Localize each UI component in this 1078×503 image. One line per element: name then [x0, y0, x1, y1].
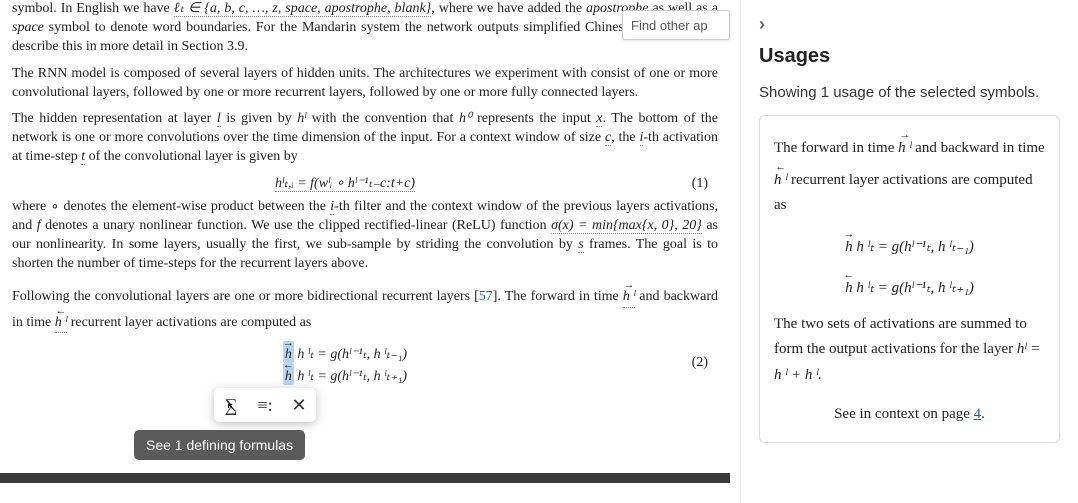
text: The hidden representation at layer: [12, 111, 217, 126]
sym-hfwd-card: h ˡ: [898, 130, 911, 162]
chevron-right-icon: ›: [759, 14, 765, 34]
equation-2: h h ˡₜ = g(hˡ⁻¹ₜ, h ˡₜ₋₁) h h ˡₜ = g(hˡ⁻…: [12, 341, 718, 385]
list-icon[interactable]: ≡:: [254, 394, 276, 416]
text: where ∘ denotes the element-wise product…: [12, 199, 330, 214]
card-text: and backward in time: [911, 140, 1044, 156]
sym-hfwd: h ˡ: [623, 282, 635, 308]
text: Following the convolutional layers are o…: [12, 289, 479, 304]
bold-text: The forward in time: [505, 289, 623, 304]
selection-toolbar: ∑ ≡: ✕: [214, 388, 316, 422]
card-text: The forward in time: [774, 140, 898, 156]
eq2-line2[interactable]: h h ˡₜ = g(hˡ⁻¹ₜ, h ˡₜ₊₁): [283, 363, 407, 385]
sym-hbwd-card: h ˡ: [774, 162, 787, 194]
equation-1: hˡₜ,ᵢ = f(wˡᵢ ∘ hˡ⁻¹ₜ₋c:t+c) (1): [12, 175, 718, 192]
panel-title: Usages: [759, 45, 1060, 68]
text: is given by: [221, 111, 298, 126]
text: with the convention that: [306, 111, 459, 126]
text: of the convolutional layer is given by: [85, 149, 298, 164]
math-set: ℓₜ ∈ {a, b, c, …, z, space, apostrophe, …: [174, 1, 432, 17]
text: represents the input: [472, 111, 597, 126]
side-panel: › Usages Showing 1 usage of the selected…: [740, 0, 1078, 503]
text: , where we have added the: [431, 1, 586, 16]
sym-hbwd: h ˡ: [55, 308, 67, 334]
card-text: The two sets of activations are summed t…: [774, 316, 1027, 358]
toolbar-tooltip: See 1 defining formulas: [134, 430, 305, 460]
text: symbol to denote word boundaries. For th…: [12, 20, 718, 54]
bold-text: recurrent layer activations are computed…: [67, 315, 311, 330]
paragraph-1: symbol. In English we have ℓₜ ∈ {a, b, c…: [12, 0, 718, 57]
sigma-icon[interactable]: ∑: [220, 394, 242, 416]
text: symbol. In English we have: [12, 1, 174, 16]
search-input[interactable]: Find other ap: [622, 10, 730, 40]
panel-subtitle: Showing 1 usage of the selected symbols.: [759, 84, 1060, 101]
paragraph-4: where ∘ denotes the element-wise product…: [12, 198, 718, 274]
text: denotes a unary nonlinear function. We u…: [41, 218, 552, 233]
card-text: recurrent layer activations are computed…: [774, 172, 1033, 214]
document-view: symbol. In English we have ℓₜ ∈ {a, b, c…: [0, 0, 730, 503]
sym-h0: h⁰: [459, 111, 472, 126]
text: ].: [493, 289, 505, 304]
context-link-row: See in context on page 4.: [774, 402, 1045, 428]
link-suffix: .: [981, 406, 985, 422]
sym-hl: hˡ: [297, 111, 306, 126]
link-prefix: See in context on page: [834, 406, 974, 422]
usage-card: The forward in time h ˡ and backward in …: [759, 115, 1060, 443]
collapse-panel-button[interactable]: ›: [759, 14, 1060, 35]
eq2-number: (2): [678, 355, 718, 371]
eq1-number: (1): [678, 176, 718, 192]
eq2-line1[interactable]: h h ˡₜ = g(hˡ⁻¹ₜ, h ˡₜ₋₁): [283, 341, 407, 363]
eq1-text: hˡₜ,ᵢ = f(wˡᵢ ∘ hˡ⁻¹ₜ₋c:t+c): [275, 176, 415, 192]
bottom-bar: [0, 473, 730, 483]
close-icon[interactable]: ✕: [288, 394, 310, 416]
citation-57[interactable]: 57: [479, 289, 493, 304]
card-eq2: h h ˡₜ = g(hˡ⁻¹ₜ, h ˡₜ₊₁): [774, 270, 1045, 302]
paragraph-5: Following the convolutional layers are o…: [12, 282, 718, 334]
paragraph-3: The hidden representation at layer l is …: [12, 110, 718, 167]
em-space: space: [12, 20, 44, 35]
paragraph-2: The RNN model is composed of several lay…: [12, 65, 718, 103]
text: , the: [611, 130, 639, 145]
sym-sigma: σ(x) = min{max{x, 0}, 20}: [551, 218, 702, 234]
card-eq1: h h ˡₜ = g(hˡ⁻¹ₜ, h ˡₜ₋₁): [774, 229, 1045, 261]
search-placeholder: Find other ap: [631, 18, 708, 33]
